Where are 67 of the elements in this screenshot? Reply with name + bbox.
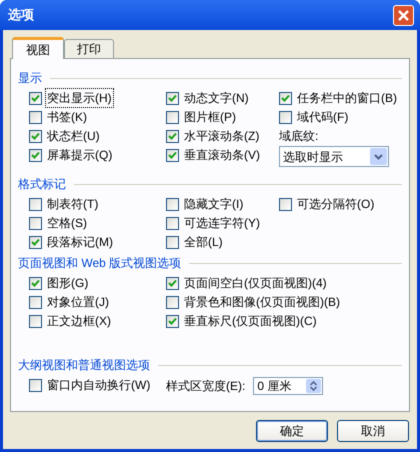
- checkbox[interactable]: [29, 314, 42, 328]
- checkbox-label: 任务栏中的窗口(B): [296, 90, 398, 107]
- checkbox[interactable]: [29, 130, 42, 142]
- checkbox[interactable]: [279, 110, 292, 124]
- checkbox[interactable]: [166, 148, 179, 162]
- spin-arrows-icon: [306, 379, 322, 393]
- checkbox-label: 对象位置(J): [46, 294, 110, 311]
- checkbox[interactable]: [29, 92, 42, 104]
- checkbox[interactable]: [166, 92, 179, 104]
- checkbox-label: 图片框(P): [183, 109, 237, 126]
- checkbox-label: 状态栏(U): [46, 128, 101, 145]
- spin-value: 0 厘米: [257, 378, 292, 395]
- dialog-button[interactable]: 确定: [256, 420, 328, 442]
- checkbox-label: 水平滚动条(Z): [183, 128, 260, 145]
- close-icon: [398, 10, 409, 20]
- checkbox[interactable]: [166, 296, 179, 308]
- dialog-button[interactable]: 取消: [337, 420, 409, 442]
- checkbox-label: 隐藏文字(I): [183, 196, 244, 213]
- checkbox-label: 域代码(F): [296, 109, 350, 126]
- checkbox-label: 段落标记(M): [46, 234, 114, 251]
- section-heading: 显示: [18, 70, 42, 87]
- checkbox-label: 正文边框(X): [46, 313, 112, 330]
- checkbox[interactable]: [166, 314, 179, 328]
- checkbox-label: 全部(L): [183, 234, 224, 251]
- tab[interactable]: 视图: [12, 37, 64, 59]
- checkbox-label: 图形(G): [46, 275, 90, 292]
- tab[interactable]: 打印: [64, 39, 114, 58]
- field-label: 样式区宽度(E):: [166, 378, 246, 395]
- checkbox-label: 可选分隔符(O): [296, 196, 376, 213]
- checkbox[interactable]: [29, 216, 42, 230]
- checkbox-label: 窗口内自动换行(W): [46, 377, 152, 394]
- checkbox[interactable]: [29, 110, 42, 124]
- dropdown[interactable]: 选取时显示: [279, 146, 389, 167]
- section-heading: 格式标记: [18, 176, 66, 193]
- section-heading: 大纲视图和普通视图选项: [18, 357, 150, 374]
- checkbox[interactable]: [166, 130, 179, 142]
- checkbox-label: 突出显示(H): [46, 89, 113, 107]
- checkbox[interactable]: [166, 276, 179, 290]
- checkbox[interactable]: [29, 148, 42, 162]
- checkbox[interactable]: [166, 110, 179, 124]
- section-heading: 页面视图和 Web 版式视图选项: [18, 255, 182, 272]
- checkbox-label: 页面间空白(仅页面视图)(4): [183, 275, 328, 292]
- checkbox[interactable]: [29, 276, 42, 290]
- checkbox-label: 动态文字(N): [183, 90, 250, 107]
- checkbox-label: 垂直滚动条(V): [183, 147, 261, 164]
- dropdown-value: 选取时显示: [283, 148, 344, 166]
- checkbox[interactable]: [279, 198, 292, 210]
- chevron-down-icon: [370, 148, 387, 165]
- checkbox[interactable]: [166, 216, 179, 230]
- checkbox[interactable]: [166, 198, 179, 210]
- close-button[interactable]: [393, 4, 414, 26]
- window-title: 选项: [8, 6, 34, 24]
- checkbox[interactable]: [29, 198, 42, 210]
- checkbox[interactable]: [166, 236, 179, 248]
- checkbox[interactable]: [279, 92, 292, 104]
- checkbox[interactable]: [29, 378, 42, 392]
- spin-field[interactable]: 0 厘米: [253, 377, 324, 395]
- checkbox-label: 可选连字符(Y): [183, 215, 261, 232]
- checkbox[interactable]: [29, 236, 42, 248]
- checkbox-label: 书签(K): [46, 109, 88, 126]
- checkbox-label: 屏幕提示(Q): [46, 147, 114, 164]
- checkbox[interactable]: [29, 296, 42, 308]
- checkbox-label: 垂直标尺(仅页面视图)(C): [183, 313, 318, 330]
- checkbox-label: 空格(S): [46, 215, 88, 232]
- field-label: 域底纹:: [279, 128, 320, 145]
- checkbox-label: 背景色和图像(仅页面视图)(B): [183, 294, 341, 311]
- checkbox-label: 制表符(T): [46, 196, 100, 213]
